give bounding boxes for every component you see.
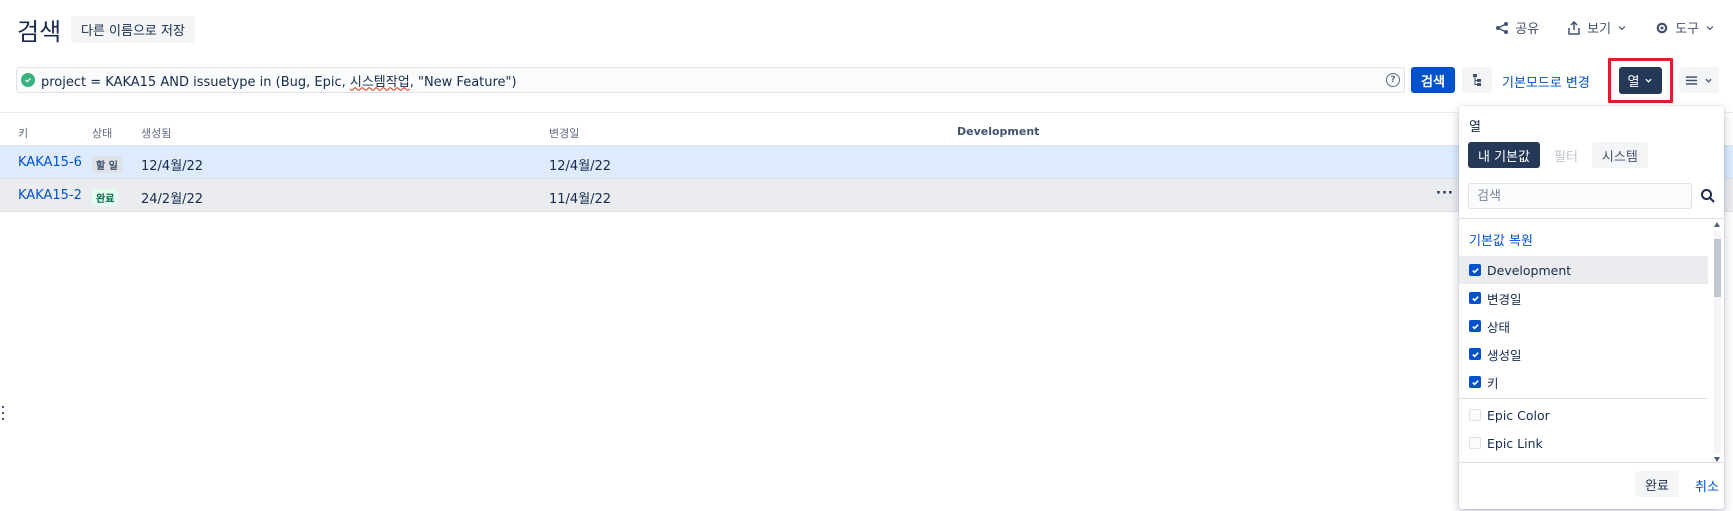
save-as-button[interactable]: 다른 이름으로 저장: [71, 16, 195, 43]
switch-basic-mode-link[interactable]: 기본모드로 변경: [1502, 72, 1590, 91]
option-label: Epic Color: [1487, 407, 1550, 423]
query-prefix: project = KAKA15 AND issuetype in (Bug, …: [41, 74, 350, 90]
gear-icon: [1656, 22, 1668, 33]
column-option-key[interactable]: 키: [1459, 368, 1708, 396]
option-label: Epic Link: [1487, 435, 1543, 451]
column-header-updated[interactable]: 변경일: [549, 125, 579, 141]
columns-button[interactable]: 열: [1619, 67, 1662, 94]
chevron-down-icon: [1705, 78, 1712, 83]
column-option-created[interactable]: 생성일: [1459, 340, 1708, 368]
scroll-up-icon[interactable]: [1714, 222, 1720, 227]
jql-query-text: project = KAKA15 AND issuetype in (Bug, …: [41, 71, 517, 90]
columns-panel-tabs: 내 기본값 필터 시스템: [1468, 142, 1648, 168]
columns-search-input[interactable]: [1468, 183, 1692, 209]
issue-key-link[interactable]: KAKA15-2: [18, 188, 82, 203]
divider: [1459, 462, 1724, 463]
view-button[interactable]: 보기: [1567, 18, 1627, 37]
option-label: Development: [1487, 262, 1572, 278]
created-date: 12/4월/22: [141, 159, 204, 174]
export-icon: [1568, 20, 1580, 35]
page-title: 검색: [17, 18, 62, 46]
options-scrollbar[interactable]: [1712, 219, 1722, 464]
row-actions-button[interactable]: ···: [1436, 186, 1454, 201]
checkbox-checked-icon[interactable]: [1469, 292, 1481, 304]
checkbox-checked-icon[interactable]: [1469, 348, 1481, 360]
share-button[interactable]: 공유: [1495, 18, 1539, 37]
columns-label: 열: [1627, 75, 1640, 90]
column-option-epic-color[interactable]: Epic Color: [1459, 401, 1708, 429]
column-option-epic-link[interactable]: Epic Link: [1459, 429, 1708, 457]
updated-date: 11/4월/22: [549, 192, 612, 207]
tab-filter: 필터: [1553, 149, 1578, 165]
column-options-list: Development 변경일 상태 생성일 키 Epic Color Epic…: [1459, 256, 1708, 457]
query-misspelled-word: 시스템작업: [349, 74, 410, 90]
status-badge: 완료: [92, 189, 119, 206]
help-icon[interactable]: ?: [1386, 73, 1400, 87]
header-actions: 공유 보기 도구: [1495, 18, 1715, 37]
tab-system[interactable]: 시스템: [1591, 142, 1648, 168]
checkbox-checked-icon[interactable]: [1469, 320, 1481, 332]
restore-defaults-link[interactable]: 기본값 복원: [1469, 230, 1533, 249]
checkbox-checked-icon[interactable]: [1469, 376, 1481, 388]
column-header-status[interactable]: 상태: [92, 125, 112, 141]
checkbox-unchecked-icon[interactable]: [1469, 409, 1481, 421]
chevron-down-icon: [1645, 78, 1653, 83]
column-option-updated[interactable]: 변경일: [1459, 284, 1708, 312]
list-view-menu-button[interactable]: [1679, 67, 1719, 93]
hierarchy-button[interactable]: [1462, 67, 1492, 93]
share-label: 공유: [1515, 22, 1540, 37]
scroll-thumb[interactable]: [1714, 239, 1721, 297]
tab-my-defaults[interactable]: 내 기본값: [1468, 142, 1540, 168]
column-header-key[interactable]: 키: [18, 125, 28, 141]
status-badge: 할 일: [92, 156, 122, 173]
chevron-down-icon: [1706, 25, 1714, 30]
divider: [1459, 398, 1708, 399]
view-label: 보기: [1587, 22, 1612, 37]
resize-handle[interactable]: [2, 406, 5, 420]
share-icon: [1496, 21, 1509, 34]
tools-button[interactable]: 도구: [1655, 18, 1715, 37]
column-header-created[interactable]: 생성됨: [141, 125, 171, 141]
option-label: 상태: [1487, 319, 1511, 335]
column-option-development[interactable]: Development: [1459, 256, 1708, 284]
chevron-down-icon: [1618, 25, 1626, 30]
search-icon[interactable]: [1700, 188, 1716, 204]
hierarchy-icon: [1473, 74, 1481, 86]
option-label: 변경일: [1487, 291, 1522, 307]
column-header-development[interactable]: Development: [957, 125, 1039, 138]
cancel-link[interactable]: 취소: [1695, 476, 1719, 495]
columns-panel: 열 내 기본값 필터 시스템 기본값 복원 Development 변경일 상태…: [1459, 106, 1724, 509]
query-suffix: , "New Feature"): [409, 74, 517, 90]
valid-check-icon: [21, 73, 35, 87]
option-label: 생성일: [1487, 347, 1522, 363]
checkbox-unchecked-icon[interactable]: [1469, 437, 1481, 449]
jql-query-input[interactable]: project = KAKA15 AND issuetype in (Bug, …: [16, 67, 1405, 93]
checkbox-checked-icon[interactable]: [1469, 264, 1481, 276]
divider: [1459, 218, 1724, 219]
search-button[interactable]: 검색: [1411, 67, 1455, 93]
column-option-status[interactable]: 상태: [1459, 312, 1708, 340]
issue-key-link[interactable]: KAKA15-6: [18, 155, 82, 170]
tools-label: 도구: [1675, 22, 1699, 37]
created-date: 24/2월/22: [141, 192, 204, 207]
updated-date: 12/4월/22: [549, 159, 612, 174]
columns-panel-title: 열: [1469, 120, 1481, 135]
option-label: 키: [1487, 375, 1499, 391]
done-button[interactable]: 완료: [1635, 471, 1679, 497]
list-icon: [1685, 75, 1698, 85]
